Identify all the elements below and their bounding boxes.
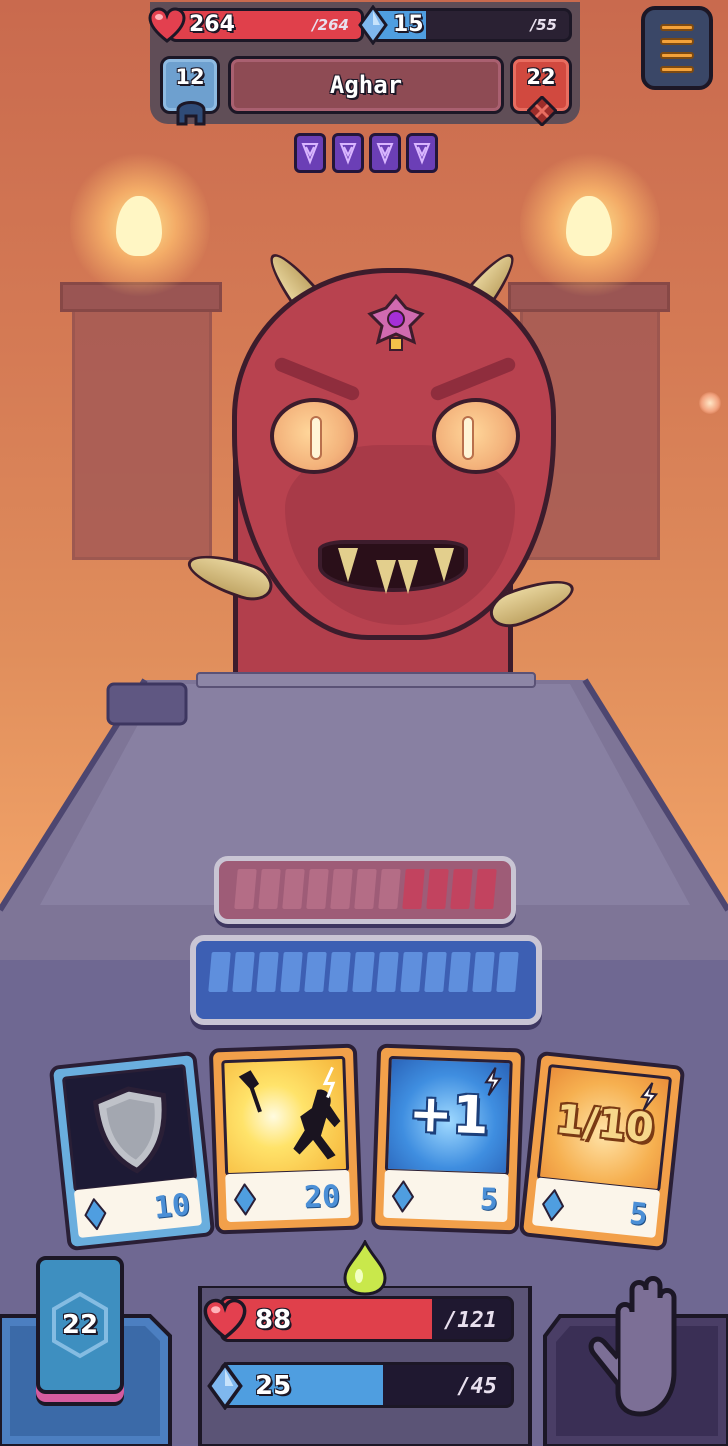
enemy-mana-value: 15 (393, 12, 424, 37)
mana-gem-icon (207, 1362, 243, 1410)
slot-cell (354, 869, 377, 909)
card-art: 1/10 (536, 1063, 673, 1193)
card-one-tenth[interactable]: 1/10 5 (518, 1050, 686, 1252)
enemy-attack-value: 22 (526, 65, 556, 89)
player-hp-max: /121 (444, 1308, 497, 1333)
slot-cell (258, 869, 281, 909)
right-eye (432, 398, 520, 474)
mana-gem-icon (391, 1180, 415, 1213)
menu-button[interactable] (641, 6, 713, 90)
card-art: +1 (384, 1055, 513, 1177)
fang (338, 548, 358, 582)
turn-drop-icon[interactable] (343, 1240, 387, 1296)
card-cost: 20 (303, 1179, 341, 1216)
player-mana-bar: 25 /45 (220, 1362, 514, 1408)
enemy-hp-bar: 264 /264 (168, 8, 364, 42)
slot-cell (234, 869, 257, 909)
slot-cell (282, 869, 305, 909)
card-cost: 5 (479, 1182, 499, 1218)
slot-cell (208, 952, 231, 992)
enemy-armor-value: 12 (175, 65, 205, 89)
menu-line (660, 23, 694, 31)
slot-cell (424, 952, 447, 992)
enemy-hp-max: /264 (312, 16, 349, 34)
slot-cell (402, 869, 425, 909)
draw-pile-count: 22 (61, 1310, 99, 1340)
player-slot-cells (208, 952, 519, 992)
card-plus-one[interactable]: +1 5 (370, 1043, 526, 1235)
card-axe-knockback[interactable]: 20 (208, 1043, 364, 1235)
player-mana-value: 25 (255, 1371, 292, 1401)
menu-line (660, 51, 694, 59)
heart-icon (203, 1298, 247, 1340)
slot-cell (448, 952, 471, 992)
mana-gem-icon (233, 1183, 257, 1216)
fang (376, 560, 396, 594)
card-shield[interactable]: 10 (48, 1050, 216, 1252)
slot-cell (280, 952, 303, 992)
enemy-name-plate: Aghar (228, 56, 504, 114)
card-cost-area: 20 (225, 1169, 351, 1223)
slot-cell (304, 952, 327, 992)
right-pupil (462, 416, 474, 460)
menu-line (660, 37, 694, 45)
heart-icon (148, 7, 186, 43)
enemy-mana-max: /55 (530, 16, 557, 34)
enemy-mana-bar: 15 /55 (370, 8, 572, 42)
slot-cell (328, 952, 351, 992)
enemy-slot-cells (234, 869, 497, 909)
draw-pile[interactable]: 22 (36, 1256, 124, 1394)
slot-cell (450, 869, 473, 909)
mana-gem-icon (541, 1188, 565, 1222)
left-eye (270, 398, 358, 474)
slot-cell (376, 952, 399, 992)
enemy-name: Aghar (329, 71, 403, 99)
left-pillar (72, 300, 212, 560)
crossed-swords-icon (527, 96, 557, 126)
mana-gem-icon (84, 1197, 107, 1231)
slot-cell (472, 952, 495, 992)
slot-cell (352, 952, 375, 992)
forehead-gem-icon (367, 294, 425, 351)
curse-icon[interactable] (369, 133, 401, 173)
card-cost: 10 (152, 1187, 192, 1226)
fang (398, 560, 418, 594)
slot-cell (306, 869, 329, 909)
curse-icon[interactable] (332, 133, 364, 173)
game-screen: 264 /264 15 /55 12 Aghar 22 10 20 +1 5 1… (0, 0, 728, 1446)
enemy-hp-value: 264 (189, 12, 235, 37)
left-pupil (310, 416, 322, 460)
curse-icon[interactable] (294, 133, 326, 173)
mana-gem-icon (358, 5, 388, 45)
slot-cell (400, 952, 423, 992)
lightning-icon (484, 1067, 503, 1096)
player-hp-bar: 88 /121 (220, 1296, 514, 1342)
curse-icon[interactable] (406, 133, 438, 173)
slot-cell (378, 869, 401, 909)
helmet-icon (176, 101, 206, 126)
card-cost: 5 (627, 1196, 650, 1234)
table-rail (196, 672, 536, 688)
player-hp-value: 88 (255, 1305, 292, 1335)
floating-orb (699, 392, 721, 414)
axe-hit-icon (238, 1066, 341, 1160)
player-mana-max: /45 (457, 1374, 497, 1399)
menu-line (660, 65, 694, 73)
slot-cell (496, 952, 519, 992)
lightning-icon (640, 1082, 659, 1111)
player-mana-fill (223, 1365, 384, 1405)
slot-cell (232, 952, 255, 992)
card-art (221, 1055, 350, 1177)
card-cost-area: 5 (383, 1169, 509, 1223)
slot-cell (330, 869, 353, 909)
slot-cell (256, 952, 279, 992)
card-art (61, 1063, 198, 1193)
shield-icon (93, 1086, 167, 1174)
end-turn-hand-icon[interactable] (548, 1272, 728, 1428)
fang (434, 548, 454, 582)
slot-cell (474, 869, 497, 909)
slot-cell (426, 869, 449, 909)
